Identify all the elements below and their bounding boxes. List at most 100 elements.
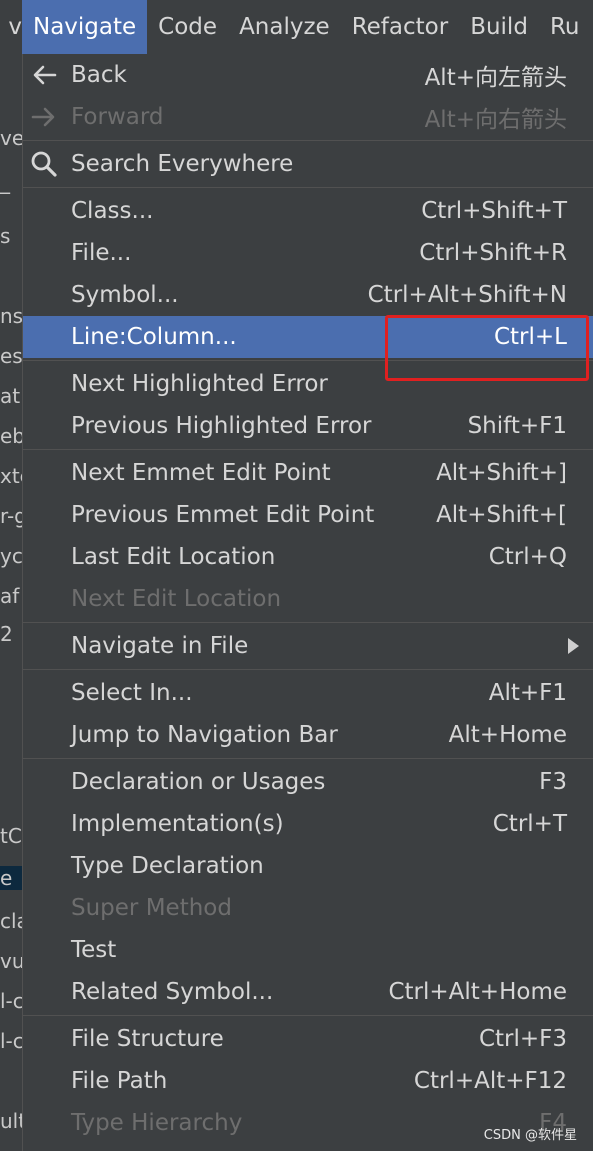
menu-bar: v Navigate Code Analyze Refactor Build R…	[0, 0, 593, 54]
bg-fragment: 2	[0, 622, 13, 646]
menu-item-previous-highlighted-error[interactable]: Previous Highlighted Error Shift+F1	[23, 405, 593, 447]
menu-build[interactable]: Build	[459, 0, 539, 54]
menu-item-file[interactable]: File... Ctrl+Shift+R	[23, 232, 593, 274]
menu-item-last-edit-location[interactable]: Last Edit Location Ctrl+Q	[23, 536, 593, 578]
menu-item-next-emmet-edit-point[interactable]: Next Emmet Edit Point Alt+Shift+]	[23, 452, 593, 494]
bg-fragment: vu	[0, 949, 22, 973]
bg-fragment: at	[0, 384, 21, 408]
menu-item-implementations[interactable]: Implementation(s) Ctrl+T	[23, 803, 593, 845]
bg-fragment: l-c	[0, 989, 22, 1013]
bg-fragment: s	[0, 224, 11, 248]
bg-fragment: xte	[0, 464, 22, 488]
separator	[23, 140, 593, 141]
menu-item-label: Class...	[71, 198, 154, 224]
bg-fragment: eb	[0, 424, 22, 448]
menu-item-shortcut: Ctrl+Q	[488, 544, 567, 570]
bg-fragment: es	[0, 344, 22, 368]
menu-item-label: Line:Column...	[71, 324, 237, 350]
menu-item-shortcut: Ctrl+F3	[478, 1026, 567, 1052]
bg-fragment: ult	[0, 1109, 22, 1133]
menu-item-label: Type Declaration	[71, 853, 264, 879]
menu-item-shortcut: Alt+Shift+]	[436, 460, 567, 486]
menu-item-label: Previous Highlighted Error	[71, 413, 372, 439]
menu-item-shortcut: Ctrl+Alt+Shift+N	[367, 282, 567, 308]
menu-item-shortcut: Alt+Home	[448, 722, 567, 748]
menu-item-super-method[interactable]: Super Method	[23, 887, 593, 929]
menu-item-label: File...	[71, 240, 132, 266]
menu-item-shortcut: Alt+Shift+[	[436, 502, 567, 528]
menu-item-shortcut: F3	[539, 769, 567, 795]
bg-fragment: tC	[0, 824, 22, 848]
menu-item-label: Last Edit Location	[71, 544, 276, 570]
bg-fragment: cla	[0, 909, 22, 933]
menu-item-label: Implementation(s)	[71, 811, 284, 837]
menu-item-related-symbol[interactable]: Related Symbol... Ctrl+Alt+Home	[23, 971, 593, 1013]
menu-item-jump-to-navigation-bar[interactable]: Jump to Navigation Bar Alt+Home	[23, 714, 593, 756]
menu-item-label: Previous Emmet Edit Point	[71, 502, 375, 528]
menu-item-back[interactable]: Back Alt+向左箭头	[23, 54, 593, 96]
arrow-left-icon	[33, 65, 57, 85]
separator	[23, 187, 593, 188]
menu-item-label: Search Everywhere	[71, 151, 294, 177]
bg-fragment-selected: e	[0, 866, 22, 890]
submenu-arrow-icon	[568, 638, 579, 654]
project-panel-strip: ve _ s ns es at eb xte r-g yc af 2 tC e …	[0, 54, 22, 1151]
bg-fragment: ve	[0, 126, 22, 150]
separator	[23, 1015, 593, 1016]
menu-item-shortcut: Ctrl+Shift+R	[419, 240, 567, 266]
menu-item-next-edit-location[interactable]: Next Edit Location	[23, 578, 593, 620]
menu-analyze[interactable]: Analyze	[228, 0, 341, 54]
menu-item-symbol[interactable]: Symbol... Ctrl+Alt+Shift+N	[23, 274, 593, 316]
menu-item-previous-emmet-edit-point[interactable]: Previous Emmet Edit Point Alt+Shift+[	[23, 494, 593, 536]
menu-item-search-everywhere[interactable]: Search Everywhere	[23, 143, 593, 185]
menu-item-forward[interactable]: Forward Alt+向右箭头	[23, 96, 593, 138]
menu-item-class[interactable]: Class... Ctrl+Shift+T	[23, 190, 593, 232]
menu-code[interactable]: Code	[147, 0, 228, 54]
separator	[23, 449, 593, 450]
menu-item-select-in[interactable]: Select In... Alt+F1	[23, 672, 593, 714]
menu-item-shortcut: Ctrl+Shift+T	[421, 198, 567, 224]
menu-item-shortcut: Alt+F1	[488, 680, 567, 706]
bg-fragment: ns	[0, 304, 22, 328]
bg-fragment: _	[0, 170, 10, 194]
menu-item-shortcut: Alt+向左箭头	[424, 65, 567, 91]
separator	[23, 669, 593, 670]
menu-refactor[interactable]: Refactor	[341, 0, 459, 54]
menu-item-shortcut: Ctrl+Alt+F12	[413, 1068, 567, 1094]
menu-item-label: Forward	[71, 104, 164, 130]
menu-item-declaration-or-usages[interactable]: Declaration or Usages F3	[23, 761, 593, 803]
menu-run[interactable]: Ru	[539, 0, 591, 54]
menu-item-label: Select In...	[71, 680, 193, 706]
bg-fragment: af	[0, 584, 20, 608]
menu-navigate[interactable]: Navigate	[22, 0, 148, 54]
menu-item-navigate-in-file[interactable]: Navigate in File	[23, 625, 593, 667]
menu-item-type-declaration[interactable]: Type Declaration	[23, 845, 593, 887]
menu-item-label: Next Edit Location	[71, 586, 282, 612]
menu-item-shortcut: Ctrl+T	[492, 811, 567, 837]
menu-item-file-path[interactable]: File Path Ctrl+Alt+F12	[23, 1060, 593, 1102]
menu-item-file-structure[interactable]: File Structure Ctrl+F3	[23, 1018, 593, 1060]
menu-item-label: Test	[71, 937, 117, 963]
bg-fragment: yc	[0, 544, 22, 568]
menu-view[interactable]: v	[0, 0, 22, 54]
menu-item-label: Back	[71, 62, 127, 88]
search-icon	[31, 151, 57, 177]
menu-item-shortcut: Alt+向右箭头	[424, 107, 567, 133]
menu-item-label: Next Emmet Edit Point	[71, 460, 331, 486]
menu-item-test[interactable]: Test	[23, 929, 593, 971]
separator	[23, 622, 593, 623]
navigate-dropdown: Back Alt+向左箭头 Forward Alt+向右箭头 Search Ev…	[22, 54, 593, 1151]
bg-fragment: l-c	[0, 1029, 22, 1053]
annotation-highlight-box	[385, 315, 589, 381]
menu-item-label: File Path	[71, 1068, 168, 1094]
menu-item-shortcut: Shift+F1	[467, 413, 567, 439]
menu-item-label: Type Hierarchy	[71, 1110, 243, 1136]
menu-item-shortcut: Ctrl+Alt+Home	[388, 979, 567, 1005]
menu-item-label: Related Symbol...	[71, 979, 274, 1005]
menu-item-label: Next Highlighted Error	[71, 371, 328, 397]
menu-item-label: Navigate in File	[71, 633, 249, 659]
arrow-right-icon	[31, 107, 55, 127]
menu-item-label: Symbol...	[71, 282, 179, 308]
menu-item-label: Jump to Navigation Bar	[71, 722, 338, 748]
separator	[23, 758, 593, 759]
